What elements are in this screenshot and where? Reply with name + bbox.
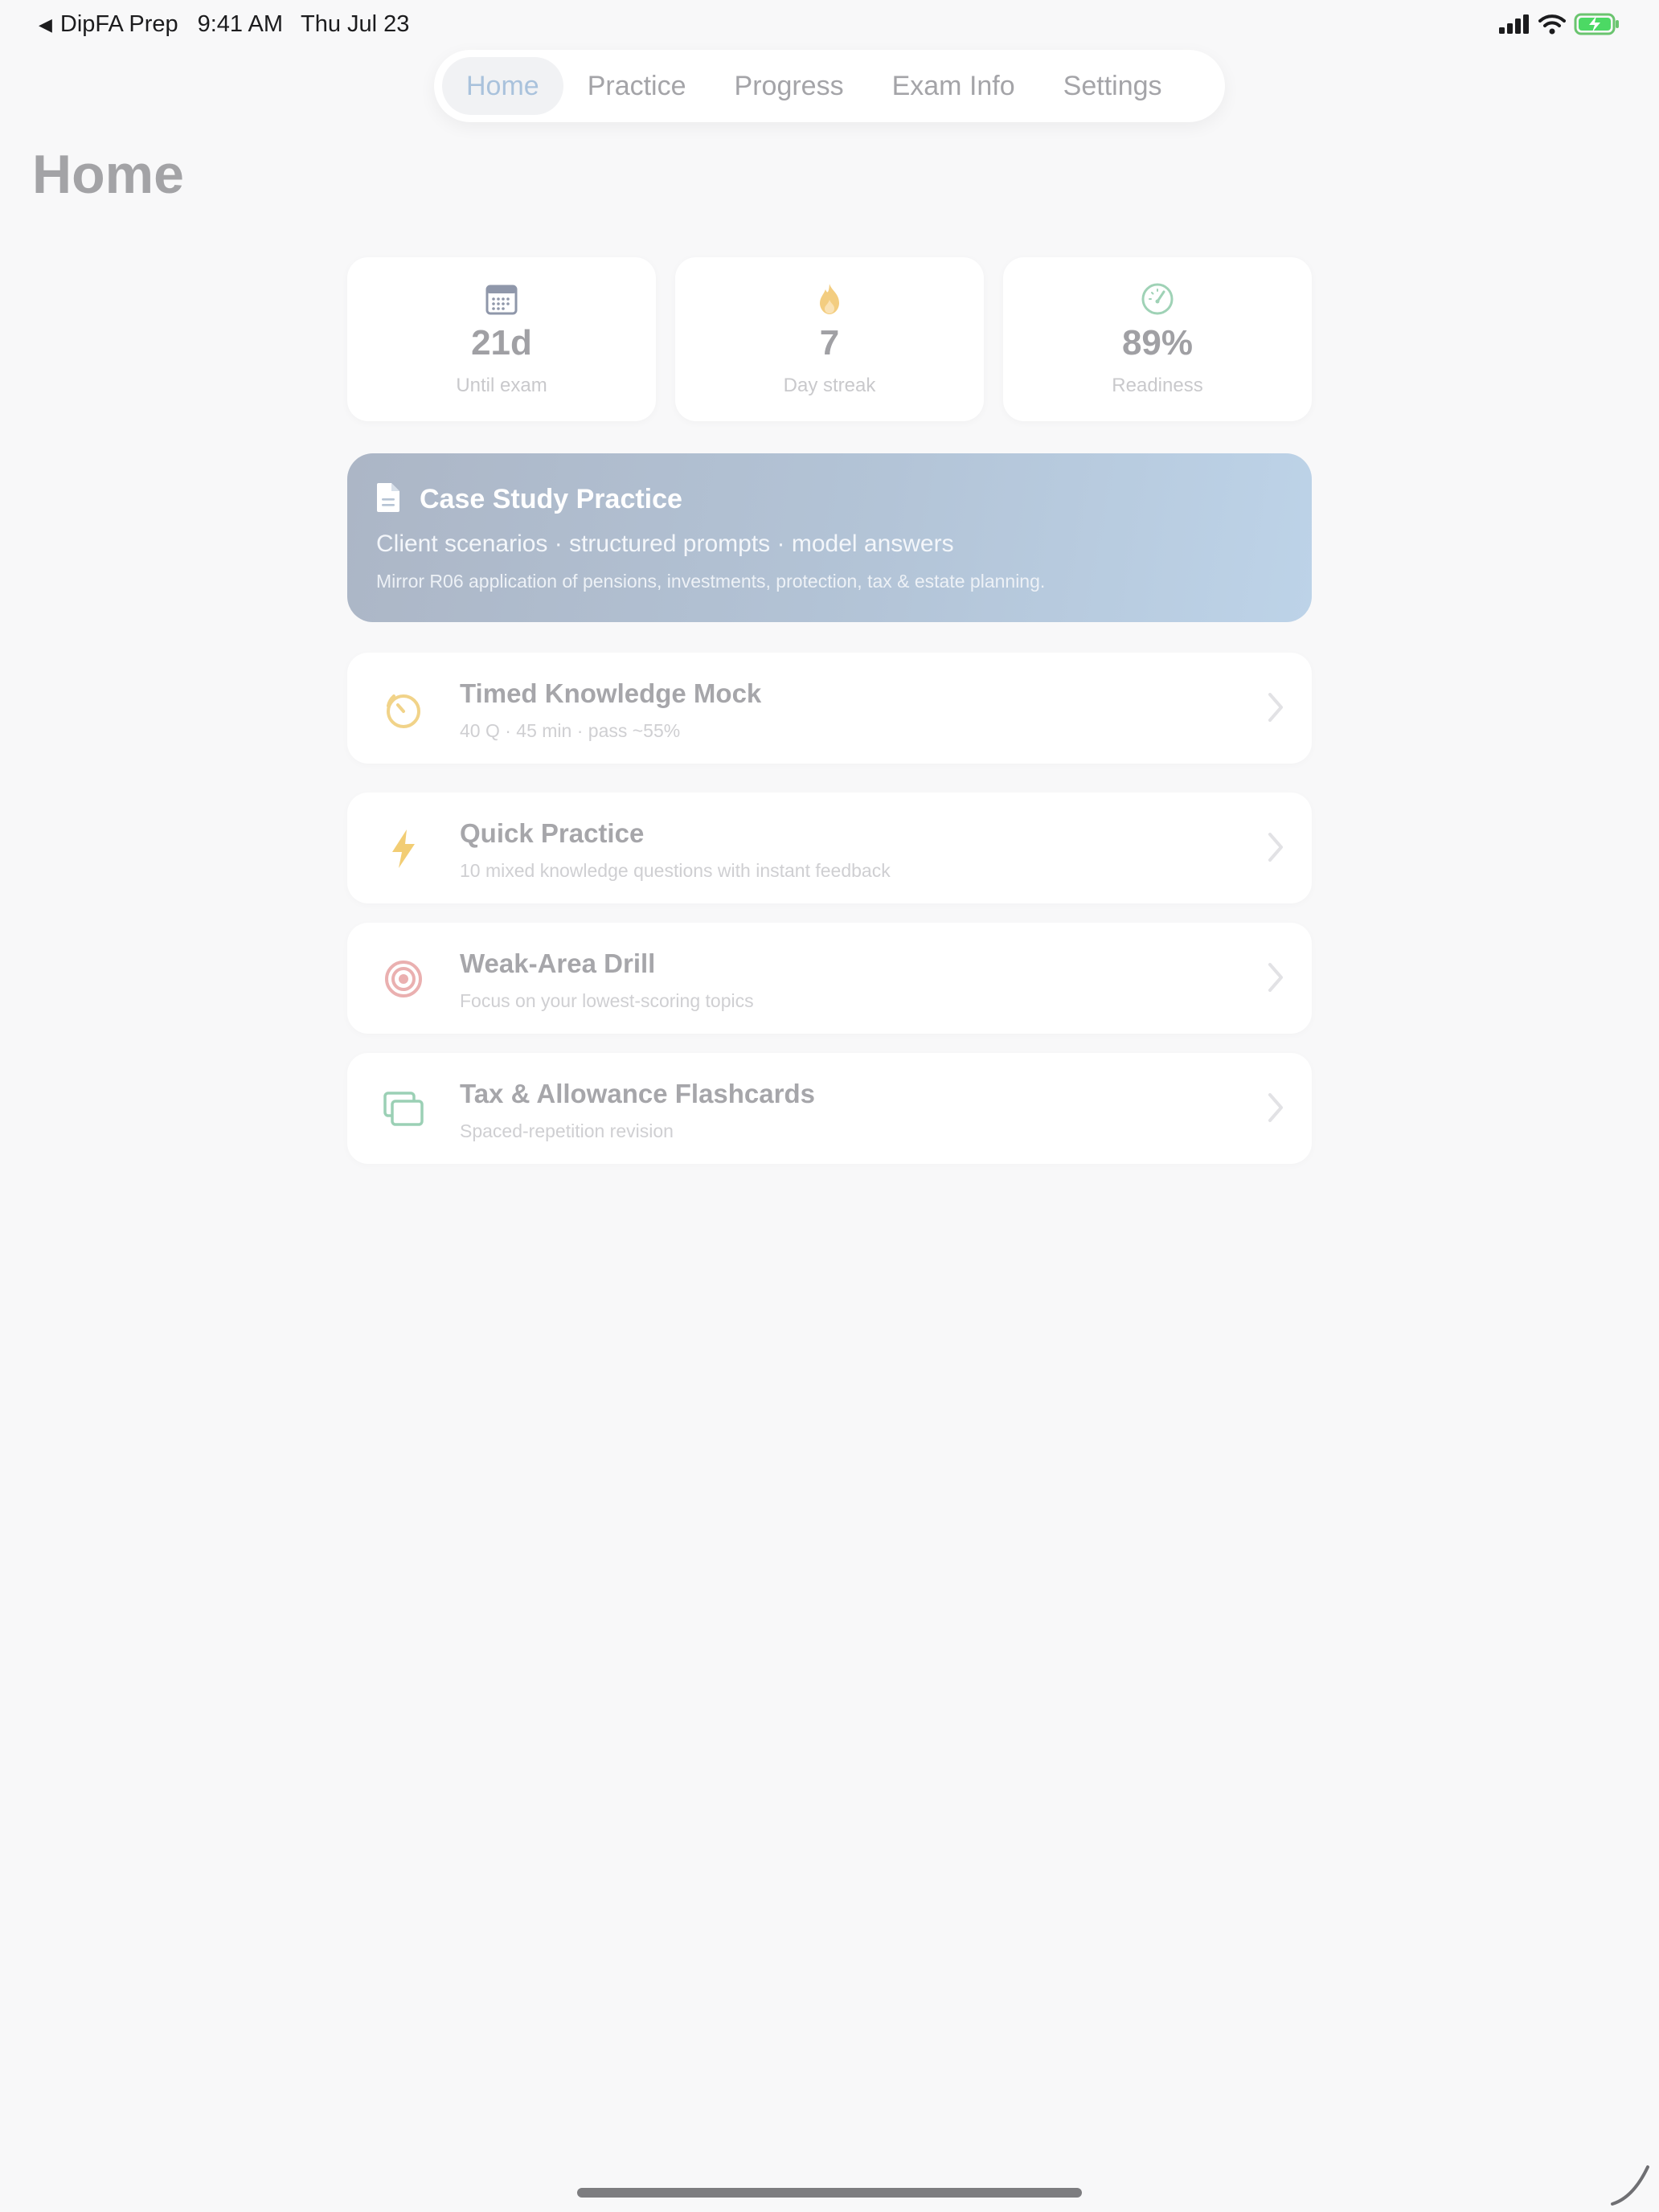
status-left: ◀ DipFA Prep 9:41 AM Thu Jul 23 (39, 11, 409, 38)
status-bar: ◀ DipFA Prep 9:41 AM Thu Jul 23 (0, 0, 1659, 51)
cellular-signal-icon (1499, 14, 1529, 34)
tab-practice[interactable]: Practice (563, 57, 711, 115)
app-screen: ◀ DipFA Prep 9:41 AM Thu Jul 23 Home Pra… (0, 0, 1659, 2212)
case-study-title: Case Study Practice (420, 484, 682, 514)
back-arrow-icon[interactable]: ◀ (39, 14, 52, 35)
document-icon (377, 483, 399, 512)
tab-progress[interactable]: Progress (711, 57, 868, 115)
row-subtitle: 40 Q · 45 min · pass ~55% (460, 720, 681, 741)
chevron-right-icon (1268, 1093, 1283, 1122)
page-title: Home (32, 144, 184, 205)
chevron-right-icon (1268, 833, 1283, 862)
row-subtitle: Spaced-repetition revision (460, 1120, 674, 1141)
case-study-subtitle: Client scenarios · structured prompts · … (376, 530, 954, 557)
tab-settings[interactable]: Settings (1039, 57, 1186, 115)
stat-card-until-exam: 21d Until exam (347, 257, 656, 421)
row-title: Timed Knowledge Mock (460, 678, 762, 708)
target-icon (385, 961, 422, 997)
stat-label: Day streak (783, 375, 876, 396)
gauge-icon (1141, 283, 1174, 315)
back-app-label[interactable]: DipFA Prep (60, 11, 178, 38)
stat-label: Until exam (456, 375, 547, 396)
case-study-description: Mirror R06 application of pensions, inve… (376, 571, 1046, 592)
stat-value: 21d (471, 323, 532, 363)
tab-home[interactable]: Home (442, 57, 563, 115)
battery-charging-icon (1574, 13, 1619, 35)
row-subtitle: Focus on your lowest-scoring topics (460, 990, 754, 1011)
corner-gesture-icon (1611, 2165, 1649, 2206)
row-subtitle: 10 mixed knowledge questions with instan… (460, 860, 891, 881)
timed-knowledge-mock-row[interactable]: Timed Knowledge Mock 40 Q · 45 min · pas… (347, 653, 1312, 764)
chevron-right-icon (1268, 963, 1283, 992)
cards-icon (383, 1092, 424, 1126)
stat-value: 7 (819, 323, 840, 363)
status-date: Thu Jul 23 (301, 11, 410, 37)
stat-label: Readiness (1112, 375, 1203, 396)
bolt-icon (392, 830, 415, 868)
case-study-practice-card[interactable]: Case Study Practice Client scenarios · s… (347, 453, 1312, 622)
row-title: Tax & Allowance Flashcards (460, 1079, 815, 1108)
row-title: Quick Practice (460, 818, 645, 848)
weak-area-drill-row[interactable]: Weak-Area Drill Focus on your lowest-sco… (347, 923, 1312, 1034)
chevron-right-icon (1268, 693, 1283, 722)
tab-exam-info[interactable]: Exam Info (868, 57, 1039, 115)
flame-icon (820, 284, 839, 314)
top-tab-bar: Home Practice Progress Exam Info Setting… (434, 50, 1225, 122)
home-indicator[interactable] (577, 2188, 1082, 2198)
stat-card-day-streak: 7 Day streak (675, 257, 984, 421)
stat-value: 89% (1121, 323, 1194, 363)
status-right (1498, 13, 1620, 35)
status-time: 9:41 AM (197, 11, 284, 37)
timer-icon (387, 694, 420, 728)
tax-allowance-flashcards-row[interactable]: Tax & Allowance Flashcards Spaced-repeti… (347, 1053, 1312, 1164)
stat-card-readiness: 89% Readiness (1003, 257, 1312, 421)
wifi-icon (1538, 14, 1566, 35)
row-title: Weak-Area Drill (460, 948, 656, 978)
quick-practice-row[interactable]: Quick Practice 10 mixed knowledge questi… (347, 793, 1312, 903)
calendar-icon (485, 285, 518, 315)
